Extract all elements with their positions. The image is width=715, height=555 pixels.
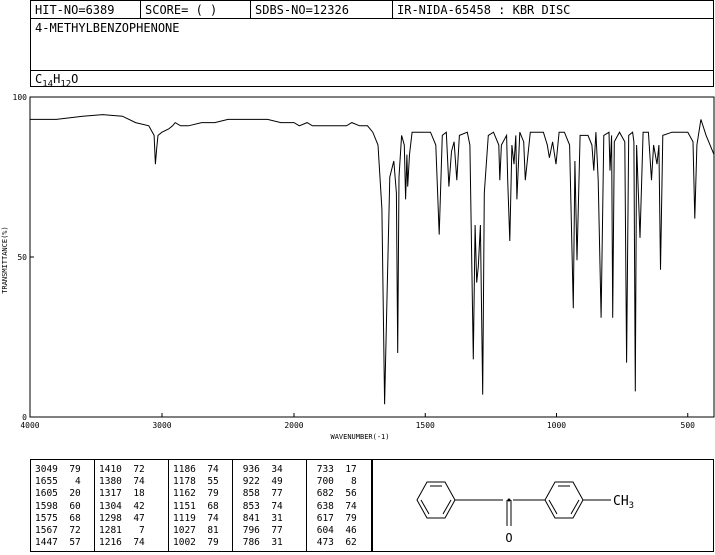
column-divider [232, 460, 233, 551]
peak-column: 936 34 922 49 858 77 853 74 841 31 796 7… [237, 464, 283, 549]
peak-row: 1216 74 [99, 537, 145, 549]
peak-row: 473 62 [311, 537, 357, 549]
axis-ticks [29, 96, 689, 418]
peak-row: 1119 74 [173, 512, 219, 524]
y-tick-label: 100 [13, 93, 28, 102]
peak-row: 1380 74 [99, 476, 145, 488]
peak-row: 786 31 [237, 537, 283, 549]
peak-row: 1151 68 [173, 500, 219, 512]
x-tick-label: 2000 [284, 421, 303, 430]
x-tick-label: 1000 [547, 421, 566, 430]
peak-row: 858 77 [237, 488, 283, 500]
peak-row: 1605 20 [35, 488, 81, 500]
x-tick-label: 500 [681, 421, 696, 430]
x-tick-label: 3000 [152, 421, 171, 430]
peak-row: 936 34 [237, 464, 283, 475]
peak-column: 733 17 700 8 682 56 638 74 617 79 604 46… [311, 464, 357, 549]
peak-row: 1317 18 [99, 488, 145, 500]
x-tick-label: 4000 [20, 421, 39, 430]
structure-box: O CH3 [372, 459, 714, 552]
ir-info: IR-NIDA-65458 : KBR DISC [397, 3, 571, 17]
compound-name-box: 4-METHYLBENZOPHENONE [30, 18, 714, 71]
y-tick-label: 0 [22, 413, 27, 422]
x-tick-label: 1500 [416, 421, 435, 430]
sdbs-number: SDBS-NO=12326 [251, 1, 393, 19]
peak-row: 733 17 [311, 464, 357, 475]
peak-row: 1298 47 [99, 512, 145, 524]
methyl-group: CH3 [613, 494, 634, 511]
axis-tick-labels: 4000 3000 2000 1500 1000 500 0 50 100 [13, 93, 696, 430]
y-axis-label: TRANSMITTANCE(%) [1, 226, 9, 293]
spectrum-line [30, 114, 715, 405]
peak-row: 1027 81 [173, 525, 219, 537]
x-axis-label: WAVENUMBER(-1) [330, 433, 389, 441]
peak-row: 1162 79 [173, 488, 219, 500]
peak-row: 1186 74 [173, 464, 219, 475]
peak-table: 3049 79 1655 4 1605 20 1598 60 1575 68 1567 7… [30, 459, 372, 552]
peak-row: 1598 60 [35, 500, 81, 512]
peak-column: 1410 72 1380 74 1317 18 1304 42 1298 47 1281 … [99, 464, 145, 549]
compound-name: 4-METHYLBENZOPHENONE [35, 21, 180, 35]
peak-row: 700 8 [311, 476, 357, 488]
peak-row: 1304 42 [99, 500, 145, 512]
peak-row: 1567 72 [35, 525, 81, 537]
ir-spectrum-chart: 4000 3000 2000 1500 1000 500 0 50 100 WAVENUMBER… [1, 93, 715, 441]
peak-row: 1281 7 [99, 525, 145, 537]
peak-row: 604 46 [311, 525, 357, 537]
score: SCORE= ( ) [141, 1, 251, 19]
peak-row: 1410 72 [99, 464, 145, 475]
peak-row: 1447 57 [35, 537, 81, 549]
column-divider [306, 460, 307, 551]
peak-row: 617 79 [311, 512, 357, 524]
formula-box: C14H12O [30, 70, 714, 90]
molecular-formula: C14H12O [35, 72, 79, 90]
header-bar: HIT-NO=6389 SCORE= ( ) SDBS-NO=12326 IR-… [30, 0, 714, 19]
peak-row: 841 31 [237, 512, 283, 524]
peak-column: 3049 79 1655 4 1605 20 1598 60 1575 68 1567 7… [35, 464, 81, 549]
peak-row: 1575 68 [35, 512, 81, 524]
phenyl-ring [416, 481, 456, 519]
column-divider [168, 460, 169, 551]
y-tick-label: 50 [17, 253, 27, 262]
peak-row: 922 49 [237, 476, 283, 488]
carbonyl-oxygen: O [505, 531, 512, 545]
peak-column: 1186 74 1178 55 1162 79 1151 68 1119 74 1027 … [173, 464, 219, 549]
peak-row: 3049 79 [35, 464, 81, 475]
peak-row: 1655 4 [35, 476, 81, 488]
peak-row: 796 77 [237, 525, 283, 537]
column-divider [94, 460, 95, 551]
peak-row: 638 74 [311, 500, 357, 512]
peak-row: 1178 55 [173, 476, 219, 488]
peak-row: 853 74 [237, 500, 283, 512]
tolyl-ring [544, 481, 584, 519]
chemical-structure: O CH3 [416, 481, 634, 545]
peak-row: 1002 79 [173, 537, 219, 549]
peak-row: 682 56 [311, 488, 357, 500]
hit-number: HIT-NO=6389 [31, 1, 141, 19]
